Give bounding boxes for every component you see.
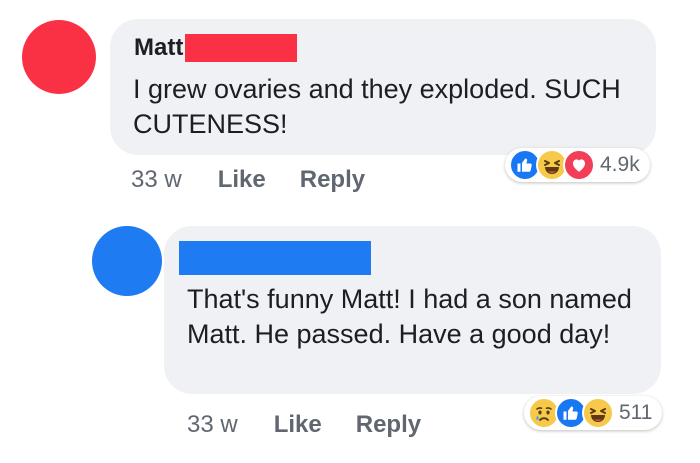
- redacted-surname: [185, 34, 298, 62]
- comment-text: That's funny Matt! I had a son named Mat…: [187, 284, 632, 349]
- reaction-count: 511: [619, 401, 653, 424]
- reply-button[interactable]: Reply: [300, 166, 365, 194]
- comment-timestamp[interactable]: 33 w: [187, 411, 238, 439]
- redacted-author-name: [179, 241, 371, 275]
- reaction-count: 4.9k: [600, 153, 640, 176]
- reactions-summary[interactable]: 4.9k: [505, 148, 650, 182]
- like-button[interactable]: Like: [218, 166, 266, 194]
- comment-author: Matt: [134, 34, 298, 62]
- avatar[interactable]: [22, 20, 96, 94]
- reply-button[interactable]: Reply: [356, 411, 421, 439]
- avatar[interactable]: [92, 226, 162, 296]
- comment-meta: 33 w Like Reply: [131, 166, 365, 194]
- like-button[interactable]: Like: [274, 411, 322, 439]
- haha-icon: [582, 397, 614, 429]
- comment-meta: 33 w Like Reply: [187, 411, 421, 439]
- comment-text: I grew ovaries and they exploded. SUCH C…: [133, 74, 621, 139]
- author-name-link[interactable]: Matt: [134, 34, 183, 62]
- love-icon: [563, 149, 595, 181]
- reactions-summary[interactable]: 511: [524, 396, 663, 430]
- comment-timestamp[interactable]: 33 w: [131, 166, 182, 194]
